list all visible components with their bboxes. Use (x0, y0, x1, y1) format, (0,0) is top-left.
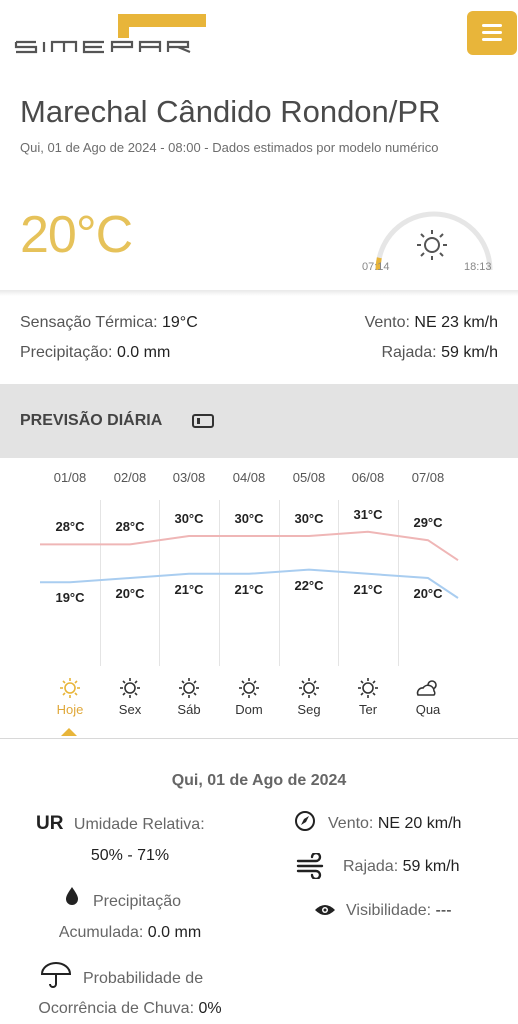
detail-date: Qui, 01 de Ago de 2024 (171, 772, 347, 789)
precip-label: Precipitação (93, 893, 182, 910)
simepar-logo[interactable] (14, 12, 210, 58)
day-tab-sex[interactable]: Sex (100, 702, 160, 717)
day-tab-sáb[interactable]: Sáb (159, 702, 219, 717)
sun-icon (40, 676, 100, 700)
menu-button[interactable] (467, 11, 517, 55)
forecast-date: 02/08 (113, 470, 147, 485)
compass-icon (295, 811, 315, 831)
forecast-date: 06/08 (351, 470, 385, 485)
sun-icon (338, 676, 398, 700)
rain-prob-label: Probabilidade de (83, 970, 204, 987)
rotate-device-icon[interactable] (192, 414, 214, 428)
drop-icon (66, 887, 78, 905)
feels-like: Sensação Térmica: 19°C (20, 314, 198, 331)
section-title: PREVISÃO DIÁRIA (20, 412, 163, 429)
humidity: UR Umidade Relativa: (36, 813, 205, 834)
forecast-date: 04/08 (232, 470, 266, 485)
sun-icon (100, 676, 160, 700)
precipitation: Precipitação: 0.0 mm (20, 344, 171, 361)
day-tab-seg[interactable]: Seg (279, 702, 339, 717)
eye-icon (315, 905, 335, 915)
humidity-value: 50% - 71% (90, 847, 170, 864)
temperature-lines (40, 530, 459, 599)
day-tab-qua[interactable]: Qua (398, 702, 458, 717)
partly-cloudy-icon (398, 676, 458, 700)
forecast-date: 05/08 (292, 470, 326, 485)
forecast-date: 03/08 (172, 470, 206, 485)
day-tab-dom[interactable]: Dom (219, 702, 279, 717)
sun-icon (159, 676, 219, 700)
forecast-date: 07/08 (411, 470, 445, 485)
sunset-time: 18:13 (464, 261, 492, 273)
divider (0, 738, 518, 739)
detail-wind: Vento: NE 20 km/h (328, 815, 462, 832)
sun-icon (279, 676, 339, 700)
selected-day-caret (61, 728, 77, 736)
detail-gust: Rajada: 59 km/h (343, 858, 460, 875)
forecast-date: 01/08 (53, 470, 87, 485)
day-tab-ter[interactable]: Ter (338, 702, 398, 717)
day-tab-hoje[interactable]: Hoje (40, 702, 100, 717)
wind-speed: Vento: NE 23 km/h (364, 314, 498, 331)
current-temperature: 20°C (20, 206, 133, 264)
hamburger-icon (482, 24, 502, 27)
ur-abbr: UR (36, 813, 64, 834)
wind-gust-icon (296, 853, 324, 879)
divider (0, 290, 518, 296)
sunrise-time: 07:14 (362, 261, 390, 273)
umbrella-icon (40, 962, 72, 988)
rain-probability: Ocorrência de Chuva: 0% (38, 1000, 222, 1017)
date-subtitle: Qui, 01 de Ago de 2024 - 08:00 - Dados e… (20, 140, 439, 155)
sun-icon (219, 676, 279, 700)
sun-icon (417, 230, 447, 260)
wind-gust: Rajada: 59 km/h (381, 344, 498, 361)
precip-accumulated: Acumulada: 0.0 mm (58, 924, 202, 941)
detail-visibility: Visibilidade: --- (346, 902, 452, 919)
city-name: Marechal Cândido Rondon/PR (20, 94, 441, 129)
